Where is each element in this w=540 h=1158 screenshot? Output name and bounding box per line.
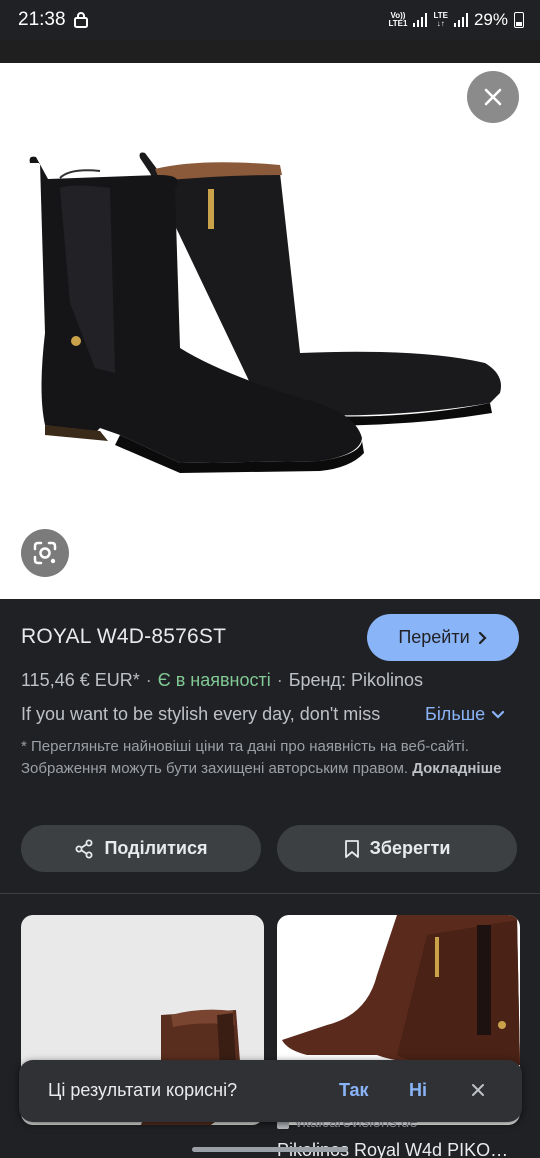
description: If you want to be stylish every day, don… — [21, 704, 381, 724]
more-label: Більше — [425, 704, 486, 724]
feedback-no-button[interactable]: Ні — [409, 1080, 427, 1101]
product-title: ROYAL W4D-8576ST — [21, 625, 227, 648]
volte-indicator: Vo)) LTE1 — [388, 11, 408, 28]
more-button[interactable]: Більше — [425, 704, 505, 725]
product-meta: 115,46 € EUR* · Є в наявності · Бренд: Pikol… — [21, 670, 423, 691]
lens-search-button[interactable] — [21, 529, 69, 577]
chevron-down-icon — [492, 710, 505, 719]
save-label: Зберегти — [369, 838, 451, 858]
feedback-close-button[interactable] — [467, 1079, 489, 1101]
price: 115,46 € EUR* — [21, 670, 140, 690]
feedback-bar: Ці результати корисні? Так Ні — [19, 1060, 522, 1122]
signal-icon — [413, 13, 428, 27]
bookmark-icon — [344, 839, 359, 858]
lte-indicator: LTE ↓↑ — [433, 11, 448, 28]
battery-icon — [514, 12, 524, 28]
save-button[interactable]: Зберегти — [277, 825, 517, 872]
gesture-nav-bar[interactable] — [192, 1147, 348, 1152]
lens-icon — [33, 541, 57, 565]
product-image[interactable] — [0, 63, 540, 599]
status-time: 21:38 — [18, 9, 66, 30]
battery-percent: 29% — [473, 10, 508, 29]
learn-more-link[interactable]: Докладніше — [412, 760, 501, 777]
notice-text: * Перегляньте найновіші ціни та дані про… — [21, 738, 469, 777]
visit-button-label: Перейти — [398, 627, 470, 647]
stock-status: Є в наявності — [157, 670, 271, 690]
separator-dot: · — [276, 670, 283, 690]
signal-icon-2 — [453, 13, 468, 27]
close-icon — [472, 1084, 484, 1096]
top-gap — [0, 40, 540, 63]
price-notice: * Перегляньте найновіші ціни та дані про… — [21, 736, 511, 780]
separator-dot: · — [145, 670, 152, 690]
boots-image — [29, 152, 502, 473]
close-button[interactable] — [467, 71, 519, 123]
feedback-yes-button[interactable]: Так — [339, 1080, 369, 1101]
brand: Бренд: Pikolinos — [288, 670, 424, 690]
share-icon — [75, 839, 93, 858]
status-bar: 21:38 Vo)) LTE1 LTE ↓↑ 29% — [0, 0, 540, 40]
close-icon — [484, 88, 502, 106]
share-label: Поділитися — [104, 838, 208, 858]
visit-button[interactable]: Перейти — [367, 614, 519, 661]
product-details: ROYAL W4D-8576ST Перейти 115,46 € EUR* · Є… — [0, 599, 540, 894]
chevron-right-icon — [478, 631, 487, 644]
feedback-question: Ці результати корисні? — [48, 1080, 238, 1100]
lock-icon — [74, 12, 88, 28]
share-button[interactable]: Поділитися — [21, 825, 261, 872]
status-indicators: Vo)) LTE1 LTE ↓↑ 29% — [388, 10, 524, 30]
